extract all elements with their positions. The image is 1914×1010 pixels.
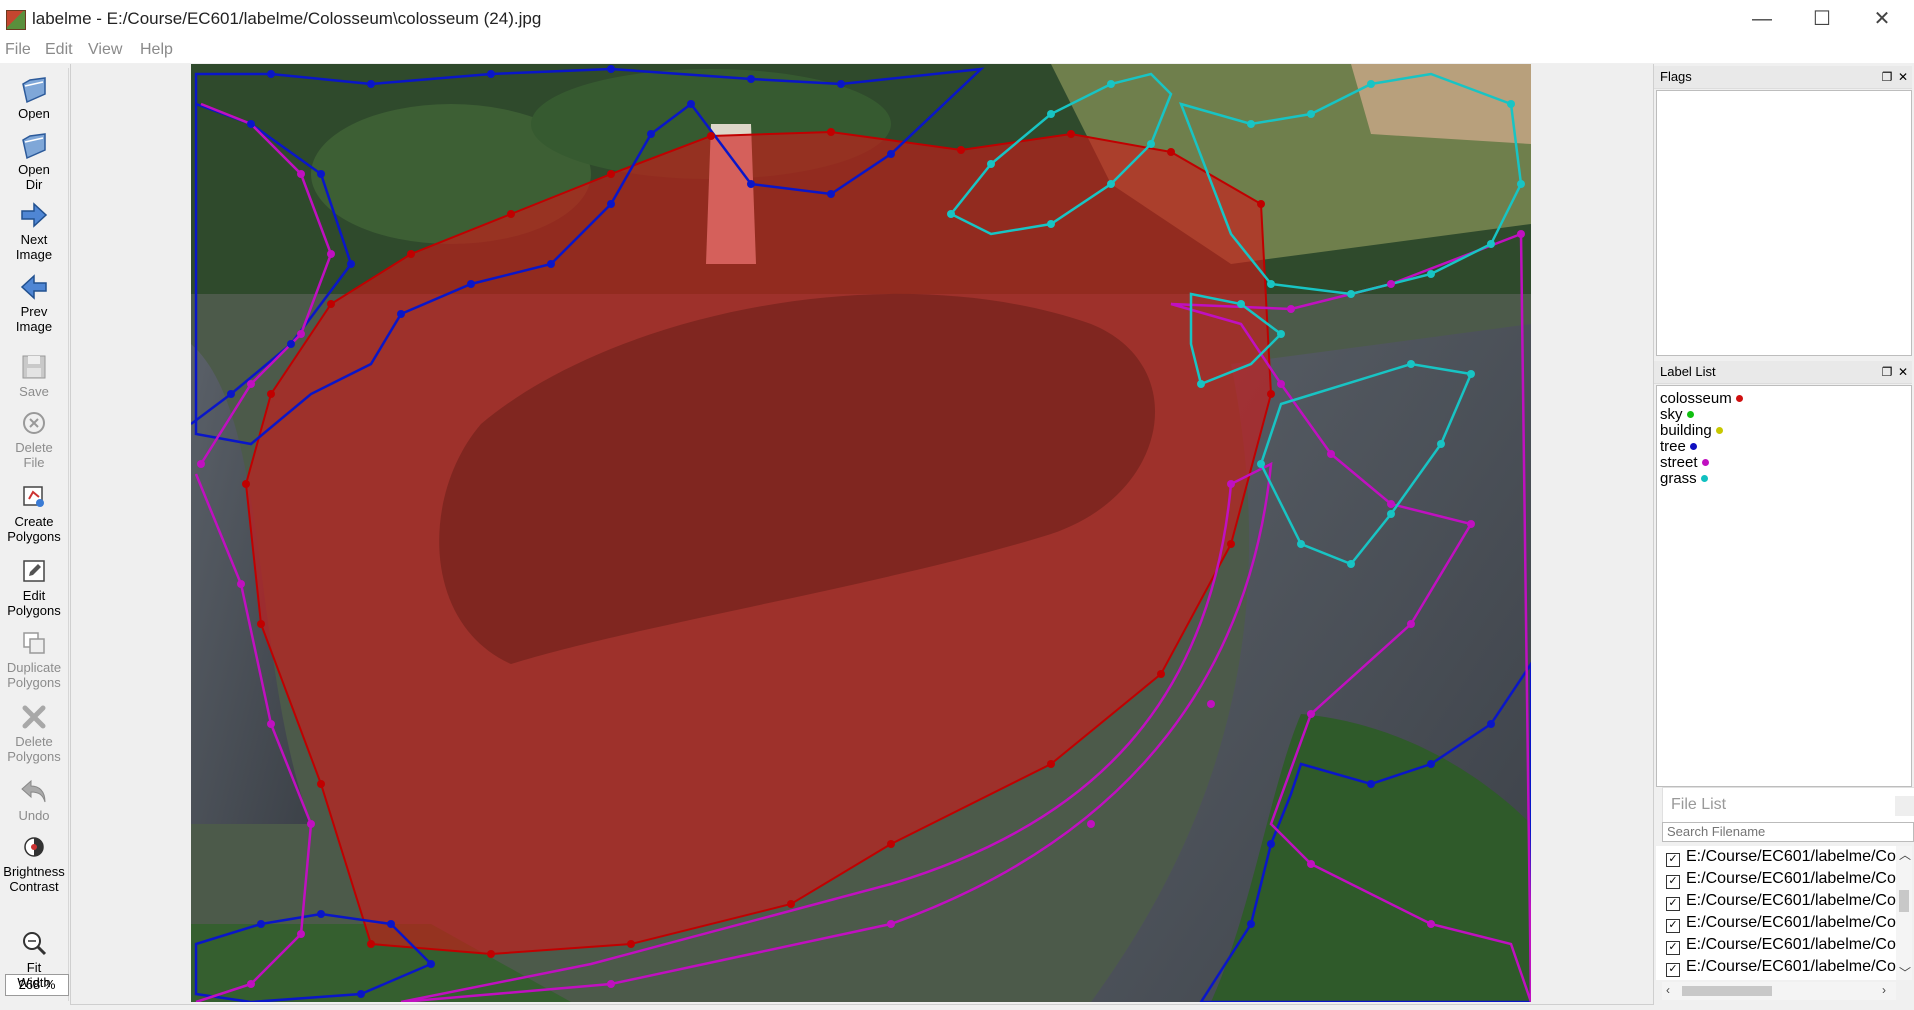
chevron-left-icon[interactable]: ‹ <box>1666 983 1670 997</box>
label-item-grass[interactable]: grass <box>1660 471 1708 487</box>
maximize-button[interactable]: ☐ <box>1793 2 1851 36</box>
create-polygons-button[interactable]: Create Polygons <box>0 482 68 544</box>
labelme-app-icon <box>6 10 26 30</box>
menu-bar: File Edit View Help <box>0 38 1914 63</box>
next-image-button[interactable]: Next Image <box>0 200 68 262</box>
edit-pencil-icon <box>23 560 45 582</box>
label-item-building[interactable]: building <box>1660 423 1723 439</box>
chevron-down-icon[interactable]: ﹀ <box>1899 964 1911 981</box>
delete-circle-icon <box>23 412 45 434</box>
menu-file[interactable]: File <box>5 41 31 59</box>
label-item-street[interactable]: street <box>1660 455 1709 471</box>
chevron-right-icon[interactable]: › <box>1882 983 1886 997</box>
ruins <box>1351 64 1531 144</box>
arrow-right-icon <box>21 202 48 228</box>
create-polygon-icon <box>23 486 44 507</box>
annotated-image[interactable] <box>191 64 1531 1002</box>
checkbox-icon[interactable]: ✓ <box>1666 875 1680 889</box>
prev-image-button[interactable]: Prev Image <box>0 272 68 334</box>
close-dock-icon[interactable]: ✕ <box>1896 66 1910 88</box>
window-title: labelme - E:/Course/EC601/labelme/Coloss… <box>32 9 542 28</box>
file-list-item[interactable]: ✓E:/Course/EC601/labelme/Colosseum <box>1666 934 1896 956</box>
color-dot-icon <box>1715 427 1723 434</box>
file-list-item[interactable]: ✓E:/Course/EC601/labelme/Colosseum <box>1666 912 1896 934</box>
undock-icon[interactable]: ❐ <box>1880 361 1894 383</box>
close-dock-icon[interactable] <box>1895 796 1914 816</box>
file-list-dock-title: File List <box>1662 787 1914 823</box>
fit-width-button[interactable]: Fit Width <box>0 928 68 990</box>
file-list-item[interactable]: ✓E:/Course/EC601/labelme/Colosseum <box>1666 846 1896 868</box>
save-button[interactable]: Save <box>0 352 68 399</box>
duplicate-icon <box>23 632 45 654</box>
flags-dock-title: Flags ❐ ✕ <box>1654 66 1912 89</box>
delete-x-icon <box>22 705 46 729</box>
open-folder-icon <box>22 77 46 104</box>
color-dot-icon <box>1735 395 1743 402</box>
minimize-button[interactable]: — <box>1733 2 1791 36</box>
delete-polygons-button[interactable]: Delete Polygons <box>0 702 68 764</box>
scrollbar-thumb[interactable] <box>1899 890 1909 912</box>
file-list: ✓E:/Course/EC601/labelme/Colosseum ✓E:/C… <box>1656 846 1896 980</box>
menu-help[interactable]: Help <box>140 41 173 59</box>
file-list-item[interactable]: ✓E:/Course/EC601/labelme/Colosseum <box>1666 868 1896 890</box>
menu-view[interactable]: View <box>88 41 122 59</box>
close-dock-icon[interactable]: ✕ <box>1896 361 1910 383</box>
label-list-dock-title: Label List ❐ ✕ <box>1654 361 1912 384</box>
flags-panel[interactable] <box>1656 90 1912 356</box>
color-dot-icon <box>1686 411 1694 418</box>
undock-icon[interactable]: ❐ <box>1880 66 1894 88</box>
floppy-disk-icon <box>22 355 46 379</box>
color-dot-icon <box>1700 475 1708 482</box>
file-list-item[interactable]: ✓E:/Course/EC601/labelme/Colosseum <box>1666 956 1896 978</box>
checkbox-icon[interactable]: ✓ <box>1666 919 1680 933</box>
chevron-up-icon[interactable]: ︿ <box>1899 846 1911 863</box>
label-list-panel: colosseum sky building tree street grass <box>1656 385 1912 787</box>
checkbox-icon[interactable]: ✓ <box>1666 963 1680 977</box>
edit-polygons-button[interactable]: Edit Polygons <box>0 556 68 618</box>
duplicate-polygons-button[interactable]: Duplicate Polygons <box>0 628 68 690</box>
color-dot-icon <box>1689 443 1697 450</box>
checkbox-icon[interactable]: ✓ <box>1666 897 1680 911</box>
delete-file-button[interactable]: Delete File <box>0 408 68 470</box>
annotation-canvas[interactable] <box>70 64 1654 1005</box>
undo-arrow-icon <box>21 779 46 803</box>
brightness-contrast-icon <box>24 837 44 857</box>
file-list-vertical-scrollbar[interactable]: ︿ ﹀ <box>1896 846 1912 980</box>
checkbox-icon[interactable]: ✓ <box>1666 941 1680 955</box>
file-list-horizontal-scrollbar[interactable]: ‹ › <box>1662 982 1896 1000</box>
brightness-contrast-button[interactable]: Brightness Contrast <box>0 832 68 894</box>
open-dir-button[interactable]: Open Dir <box>0 130 68 192</box>
checkbox-icon[interactable]: ✓ <box>1666 853 1680 867</box>
menu-edit[interactable]: Edit <box>45 41 73 59</box>
open-button[interactable]: Open <box>0 74 68 121</box>
scrollbar-thumb[interactable] <box>1682 986 1772 996</box>
label-item-colosseum[interactable]: colosseum <box>1660 391 1743 407</box>
color-dot-icon <box>1701 459 1709 466</box>
label-item-sky[interactable]: sky <box>1660 407 1694 423</box>
open-folder-icon <box>22 133 46 160</box>
close-button[interactable]: ✕ <box>1853 2 1911 36</box>
search-filename-input[interactable] <box>1662 822 1914 842</box>
undo-button[interactable]: Undo <box>0 776 68 823</box>
zoom-fit-icon <box>23 932 47 956</box>
label-item-tree[interactable]: tree <box>1660 439 1697 455</box>
title-bar: labelme - E:/Course/EC601/labelme/Coloss… <box>0 0 1914 39</box>
tools-toolbar: Open Open Dir Next Image Prev Image Save… <box>0 68 69 1001</box>
file-list-item[interactable]: ✓E:/Course/EC601/labelme/Colosseum <box>1666 890 1896 912</box>
arrow-left-icon <box>20 274 47 300</box>
